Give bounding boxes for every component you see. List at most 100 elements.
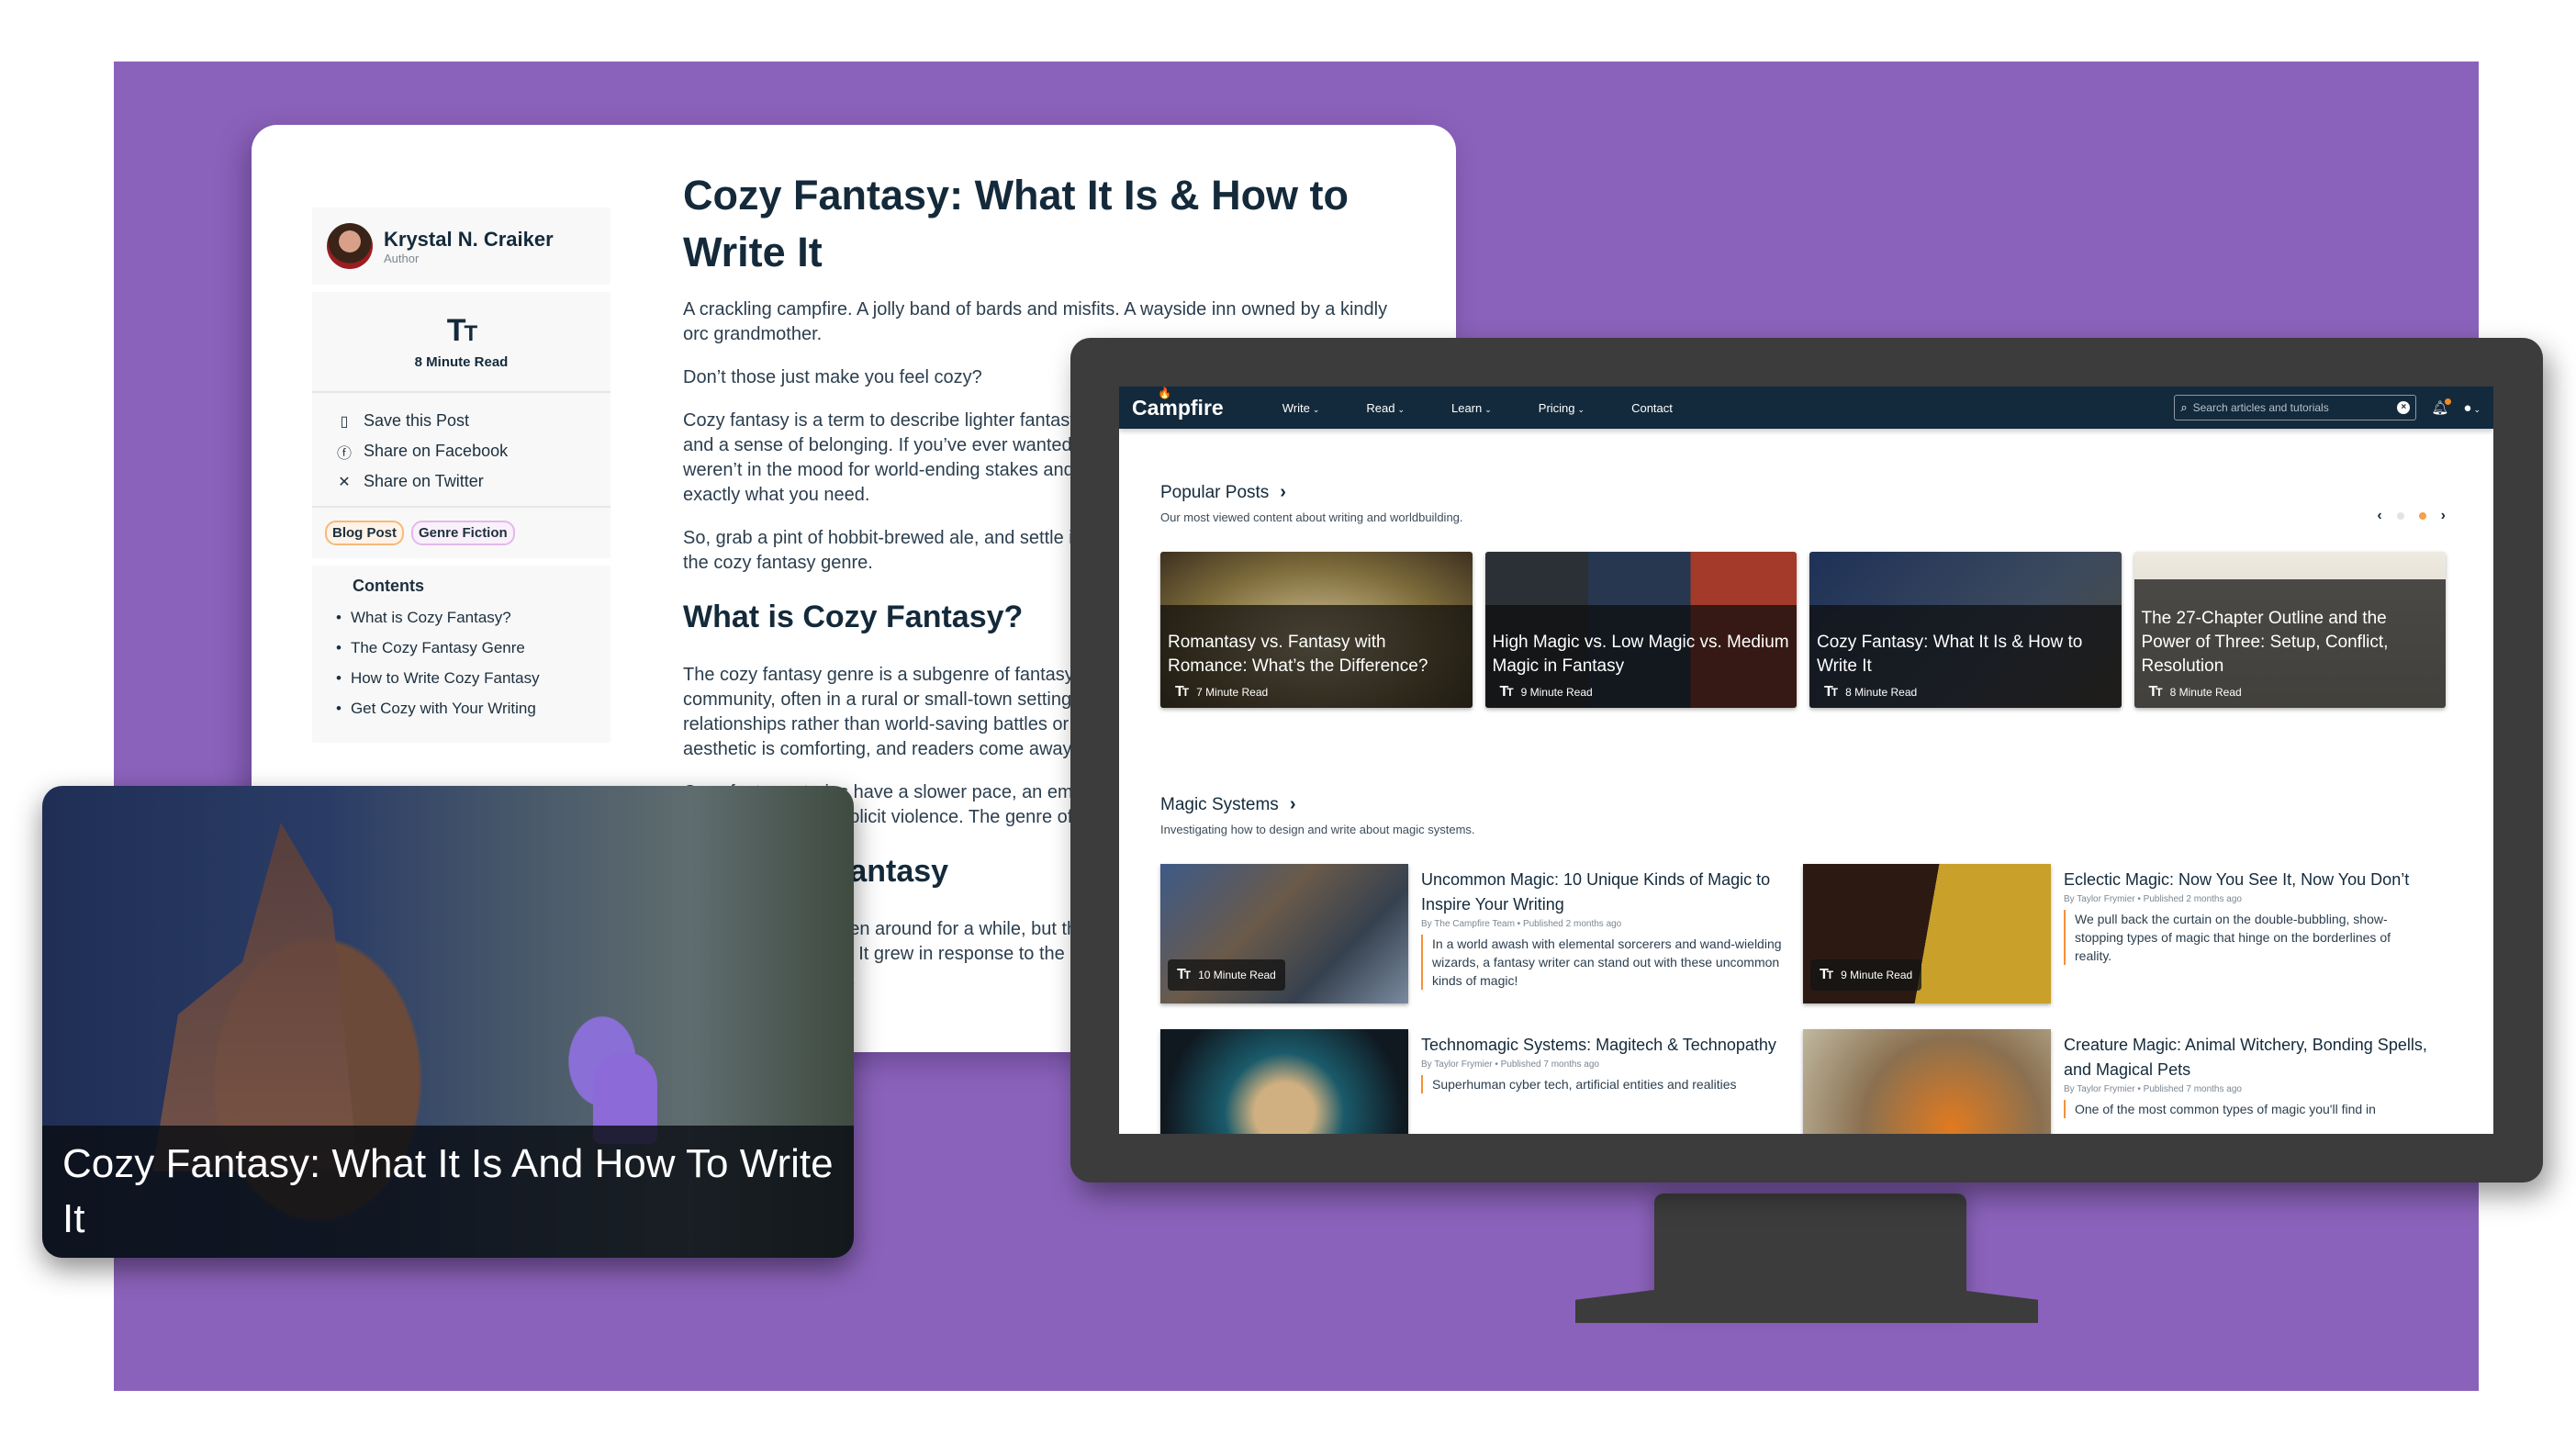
article-title[interactable]: Technomagic Systems: Magitech & Technopa… <box>1421 1033 1785 1058</box>
article-list-item[interactable]: TT 10 Minute Read Uncommon Magic: 10 Uniq… <box>1160 864 1803 1003</box>
card-read-time: TT 9 Minute Read <box>1500 684 1790 701</box>
article-list-item[interactable]: TT 9 Minute Read Eclectic Magic: Now You … <box>1803 864 2446 1003</box>
toc-link[interactable]: How to Write Cozy Fantasy <box>336 669 610 700</box>
featured-post-card[interactable]: Cozy Fantasy: What It Is And How To Writ… <box>42 786 854 1258</box>
tag-genre-fiction[interactable]: Genre Fiction <box>411 521 515 545</box>
read-time-label: 9 Minute Read <box>1520 686 1593 699</box>
nav-read[interactable]: Read ⌄ <box>1366 401 1405 415</box>
cottage-illustration <box>152 823 358 1171</box>
account-menu-button[interactable]: ● ⌄ <box>2463 400 2481 416</box>
read-time-badge: TT 10 Minute Read <box>1168 959 1285 991</box>
section-title: Popular Posts <box>1160 482 1270 502</box>
share-twitter-button[interactable]: ✕ Share on Twitter <box>336 466 610 497</box>
article-title[interactable]: Creature Magic: Animal Witchery, Bonding… <box>2064 1033 2427 1082</box>
article-byline: By The Campfire Team • Published 2 month… <box>1421 919 1622 929</box>
save-post-button[interactable]: ▯ Save this Post <box>336 406 610 436</box>
chevron-down-icon: ⌄ <box>1397 404 1405 414</box>
clear-search-icon[interactable]: × <box>2397 401 2411 414</box>
nav-learn[interactable]: Learn ⌄ <box>1451 401 1492 415</box>
read-time-block: TT 8 Minute Read <box>312 292 610 393</box>
nav-label: Pricing <box>1538 400 1575 415</box>
nav-label: Learn <box>1450 400 1483 415</box>
chevron-right-icon: › <box>1280 482 1286 502</box>
popular-cards: Romantasy vs. Fantasy with Romance: What… <box>1160 552 2446 708</box>
article-list-item[interactable]: Creature Magic: Animal Witchery, Bonding… <box>1803 1029 2446 1134</box>
flame-icon: 🔥 <box>1158 387 1171 399</box>
article-excerpt: In a world awash with elemental sorcerer… <box>1421 935 1785 990</box>
post-card[interactable]: Cozy Fantasy: What It Is & How to Write … <box>1809 552 2122 708</box>
read-time-label: 10 Minute Read <box>1198 969 1276 981</box>
article-thumbnail <box>1803 1029 2051 1134</box>
search-placeholder: Search articles and tutorials <box>2192 401 2329 414</box>
carousel-controls: ‹ › <box>2377 508 2446 524</box>
text-size-icon: TT <box>1824 684 1838 700</box>
notifications-button[interactable]: 🔔︎ <box>2431 398 2452 416</box>
article-excerpt: We pull back the curtain on the double-b… <box>2064 910 2427 965</box>
text-size-icon: TT <box>1820 967 1833 982</box>
post-card[interactable]: Romantasy vs. Fantasy with Romance: What… <box>1160 552 1473 708</box>
read-time-label: 7 Minute Read <box>1196 686 1269 699</box>
popular-posts-heading[interactable]: Popular Posts › <box>1160 482 2446 503</box>
post-card[interactable]: The 27-Chapter Outline and the Power of … <box>2134 552 2446 708</box>
campfire-logo[interactable]: Campfire 🔥 <box>1132 387 1224 420</box>
bookmark-icon: ▯ <box>340 413 349 430</box>
carousel-dot-active[interactable] <box>2418 512 2426 520</box>
search-icon: ⌕ <box>2180 400 2188 414</box>
card-read-time: TT 7 Minute Read <box>1175 684 1465 701</box>
magic-systems-section: Magic Systems › Investigating how to desi… <box>1160 794 2446 1134</box>
card-title: High Magic vs. Low Magic vs. Medium Magi… <box>1492 633 1789 676</box>
article-title[interactable]: Eclectic Magic: Now You See It, Now You … <box>2064 868 2427 892</box>
article-byline: By Taylor Frymier • Published 7 months a… <box>2064 1084 2242 1094</box>
text-size-icon: TT <box>2148 684 2163 700</box>
nav-write[interactable]: Write ⌄ <box>1282 401 1320 415</box>
card-read-time: TT 8 Minute Read <box>1824 684 2114 701</box>
tag-blog-post[interactable]: Blog Post <box>325 521 404 545</box>
nav-label: Read <box>1366 400 1395 415</box>
text-size-icon: TT <box>446 313 477 348</box>
monitor-stand-base <box>1575 1290 2038 1323</box>
share-twitter-label: Share on Twitter <box>364 472 484 490</box>
popular-posts-section: Popular Posts › Our most viewed content a… <box>1160 482 2446 708</box>
user-icon: ● <box>2463 399 2472 416</box>
nav-pricing[interactable]: Pricing ⌄ <box>1539 401 1585 415</box>
section-subtitle: Investigating how to design and write ab… <box>1160 823 1475 836</box>
search-input[interactable]: ⌕ Search articles and tutorials × <box>2174 395 2417 420</box>
chevron-down-icon: ⌄ <box>1484 404 1492 414</box>
card-title: The 27-Chapter Outline and the Power of … <box>2141 609 2389 676</box>
nav-contact[interactable]: Contact <box>1631 401 1673 415</box>
article-sidebar: Krystal N. Craiker Author TT 8 Minute Re… <box>312 207 610 750</box>
logo-text: Campfire <box>1132 395 1224 420</box>
text-size-icon: TT <box>1175 684 1189 700</box>
card-overlay: Cozy Fantasy: What It Is & How to Write … <box>1809 605 2122 708</box>
section-subtitle: Our most viewed content about writing an… <box>1160 510 1463 524</box>
post-card[interactable]: High Magic vs. Low Magic vs. Medium Magi… <box>1484 552 1797 708</box>
carousel-next-button[interactable]: › <box>2441 508 2446 524</box>
table-of-contents: Contents What is Cozy Fantasy? The Cozy … <box>312 566 610 743</box>
article-title[interactable]: Uncommon Magic: 10 Unique Kinds of Magic… <box>1421 868 1785 917</box>
share-facebook-label: Share on Facebook <box>364 442 509 460</box>
article-title: Cozy Fantasy: What It Is & How to Write … <box>683 172 1350 275</box>
monitor: Campfire 🔥 Write ⌄ Read ⌄ Learn ⌄ Pricing ⌄ C… <box>1070 338 2543 1183</box>
article-thumbnail: TT 9 Minute Read <box>1803 864 2051 1003</box>
carousel-prev-button[interactable]: ‹ <box>2377 508 2381 524</box>
toc-link[interactable]: Get Cozy with Your Writing <box>336 700 610 730</box>
chevron-right-icon: › <box>1289 794 1296 814</box>
carousel-dot[interactable] <box>2396 512 2404 520</box>
toc-link[interactable]: What is Cozy Fantasy? <box>336 609 610 639</box>
article-thumbnail: TT 10 Minute Read <box>1160 864 1408 1003</box>
share-block: ▯ Save this Post ⓕ Share on Facebook ✕ S… <box>312 393 610 508</box>
article-excerpt: Superhuman cyber tech, artificial entiti… <box>1421 1075 1785 1093</box>
article-thumbnail <box>1160 1029 1408 1134</box>
text-size-icon: TT <box>1177 967 1191 982</box>
author-block[interactable]: Krystal N. Craiker Author <box>312 207 610 285</box>
magic-systems-heading[interactable]: Magic Systems › <box>1160 794 2446 815</box>
toc-link[interactable]: The Cozy Fantasy Genre <box>336 639 610 669</box>
card-title: Romantasy vs. Fantasy with Romance: What… <box>1168 633 1428 676</box>
article-byline: By Taylor Frymier • Published 2 months a… <box>2064 894 2242 904</box>
share-facebook-button[interactable]: ⓕ Share on Facebook <box>336 436 610 466</box>
nav-label: Contact <box>1631 400 1673 415</box>
article-excerpt: One of the most common types of magic yo… <box>2064 1100 2427 1118</box>
article-list-item[interactable]: Technomagic Systems: Magitech & Technopa… <box>1160 1029 1803 1134</box>
nav-label: Write <box>1282 400 1310 415</box>
text-size-icon: TT <box>1499 684 1514 700</box>
